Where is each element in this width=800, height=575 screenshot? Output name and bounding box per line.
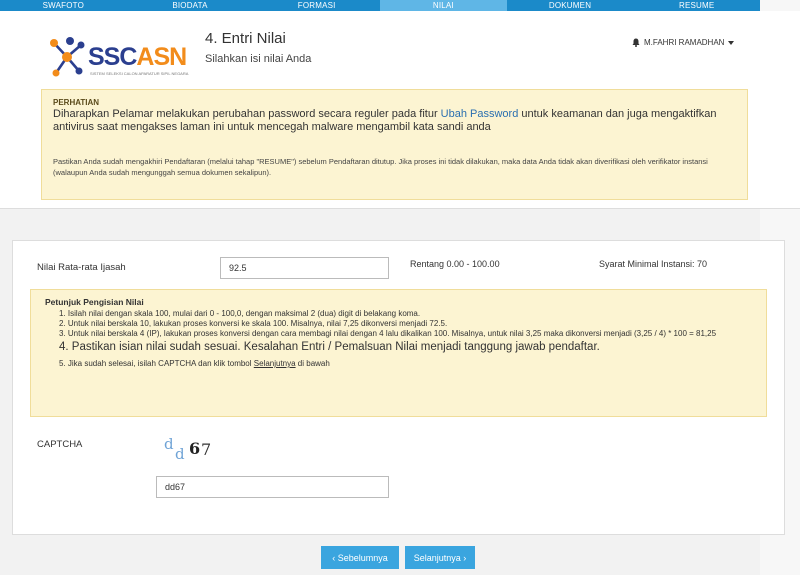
logo-figure-icon (50, 37, 85, 77)
rentang-text: Rentang 0.00 - 100.00 (410, 259, 500, 269)
nilai-input[interactable] (220, 257, 389, 279)
petunjuk-item: 1. Isilah nilai dengan skala 100, mulai … (59, 309, 421, 318)
captcha-input[interactable] (156, 476, 389, 498)
caret-down-icon (728, 40, 735, 45)
syarat-minimal-text: Syarat Minimal Instansi: 70 (599, 259, 708, 269)
captcha-char: d (175, 445, 185, 463)
user-name: M.FAHRI RAMADHAN (644, 38, 725, 47)
previous-button[interactable]: ‹ Sebelumnya (321, 546, 399, 569)
petunjuk-list: 1. Isilah nilai dengan skala 100, mulai … (45, 309, 752, 369)
score-form-panel: Nilai Rata-rata Ijasah Rentang 0.00 - 10… (12, 240, 785, 535)
tab-dokumen[interactable]: DOKUMEN (507, 0, 634, 11)
petunjuk-box: Petunjuk Pengisian Nilai 1. Isilah nilai… (30, 289, 767, 417)
captcha-char: 6 (189, 439, 200, 458)
captcha-char: 7 (201, 440, 211, 459)
logo-wordmark: SSCASN (88, 43, 187, 71)
selanjutnya-link-text: Selanjutnya (253, 359, 296, 368)
nilai-label: Nilai Rata-rata Ijasah (37, 262, 126, 273)
petunjuk-heading: Petunjuk Pengisian Nilai (45, 297, 144, 307)
tab-resume[interactable]: RESUME (633, 0, 760, 11)
logo-tagline: SISTEM SELEKSI CALON APARATUR SIPIL NEGA… (90, 71, 189, 76)
header-panel: SSCASN SISTEM SELEKSI CALON APARATUR SIP… (0, 11, 800, 209)
captcha-label: CAPTCHA (37, 439, 83, 450)
captcha-char: d (164, 435, 174, 453)
change-password-link[interactable]: Ubah Password (441, 108, 519, 120)
next-button[interactable]: Selanjutnya › (405, 546, 475, 569)
alert-message: Diharapkan Pelamar melakukan perubahan p… (53, 108, 717, 133)
bell-icon (632, 38, 640, 47)
petunjuk-item: 5. Jika sudah selesai, isilah CAPTCHA da… (59, 359, 330, 368)
tab-swafoto[interactable]: SWAFOTO (0, 0, 127, 11)
user-menu[interactable]: M.FAHRI RAMADHAN (632, 38, 735, 47)
petunjuk-item: 2. Untuk nilai berskala 10, lakukan pros… (59, 319, 448, 328)
alert-note: Pastikan Anda sudah mengakhiri Pendaftar… (53, 157, 708, 177)
captcha-image: d d 6 7 (164, 435, 211, 463)
sscasn-logo: SSCASN SISTEM SELEKSI CALON APARATUR SIP… (46, 35, 196, 81)
tab-biodata[interactable]: BIODATA (127, 0, 254, 11)
top-nav: SWAFOTO BIODATA FORMASI NILAI DOKUMEN RE… (0, 0, 760, 11)
alert-heading: PERHATIAN (53, 98, 100, 107)
attention-alert: PERHATIAN Diharapkan Pelamar melakukan p… (41, 89, 748, 200)
tab-nilai[interactable]: NILAI (380, 0, 507, 11)
petunjuk-item: 3. Untuk nilai berskala 4 (IP), lakukan … (59, 329, 717, 338)
petunjuk-item: 4. Pastikan isian nilai sudah sesuai. Ke… (59, 341, 600, 353)
page-subtitle: Silahkan isi nilai Anda (205, 53, 312, 65)
tab-formasi[interactable]: FORMASI (253, 0, 380, 11)
page-title: 4. Entri Nilai (205, 30, 286, 47)
